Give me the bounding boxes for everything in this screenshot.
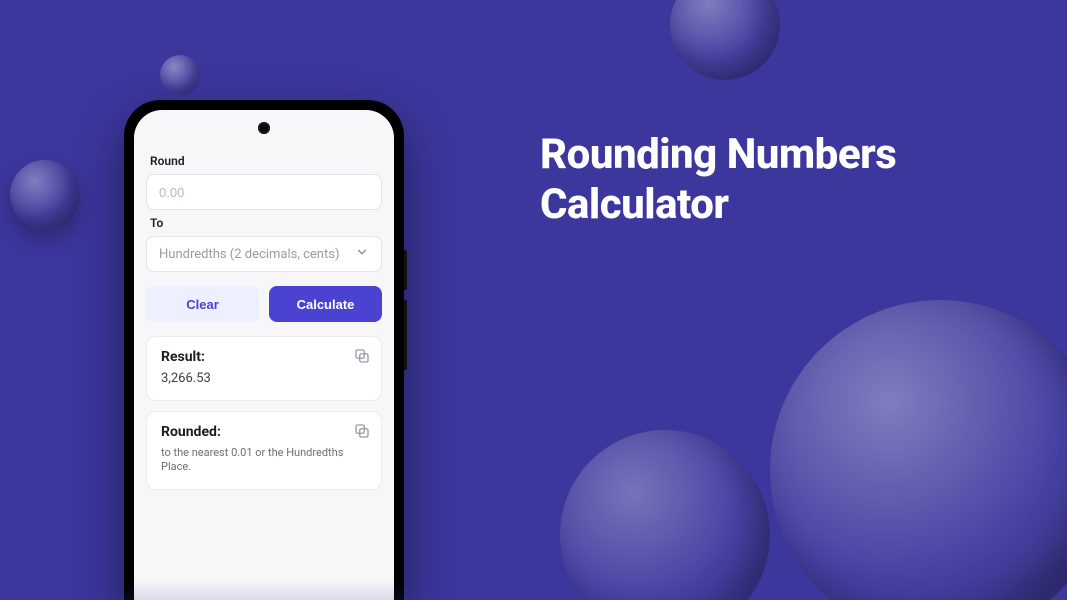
phone-camera: [258, 122, 270, 134]
clear-button[interactable]: Clear: [146, 286, 259, 322]
decor-sphere: [560, 430, 770, 600]
clear-button-label: Clear: [186, 297, 219, 312]
to-selected-value: Hundredths (2 decimals, cents): [159, 247, 339, 262]
chevron-down-icon: [355, 245, 369, 263]
copy-icon[interactable]: [353, 347, 371, 365]
phone-frame: Round To Hundredths (2 decimals, cents) …: [124, 100, 404, 600]
copy-icon[interactable]: [353, 422, 371, 440]
result-value: 3,266.53: [161, 371, 367, 386]
headline-line2: Calculator: [540, 180, 896, 230]
decor-sphere: [770, 300, 1067, 600]
decor-sphere: [160, 55, 200, 95]
decor-sphere: [670, 0, 780, 80]
headline-line1: Rounding Numbers: [540, 130, 896, 180]
to-label: To: [150, 216, 378, 230]
decor-sphere: [10, 160, 80, 230]
button-row: Clear Calculate: [146, 286, 382, 322]
phone-side-button: [404, 300, 407, 370]
page-title: Rounding Numbers Calculator: [540, 130, 896, 231]
result-card: Result: 3,266.53: [146, 336, 382, 401]
round-input[interactable]: [159, 185, 369, 200]
round-label: Round: [150, 154, 378, 168]
calculate-button[interactable]: Calculate: [269, 286, 382, 322]
calculate-button-label: Calculate: [297, 297, 355, 312]
rounded-title: Rounded:: [161, 424, 367, 440]
rounded-card: Rounded: to the nearest 0.01 or the Hund…: [146, 411, 382, 490]
result-title: Result:: [161, 349, 367, 365]
to-select[interactable]: Hundredths (2 decimals, cents): [146, 236, 382, 272]
phone-screen: Round To Hundredths (2 decimals, cents) …: [134, 110, 394, 600]
promo-stage: Rounding Numbers Calculator Round To Hun…: [0, 0, 1067, 600]
rounded-description: to the nearest 0.01 or the Hundredths Pl…: [161, 446, 367, 475]
phone-side-button: [404, 250, 407, 290]
round-input-wrapper[interactable]: [146, 174, 382, 210]
